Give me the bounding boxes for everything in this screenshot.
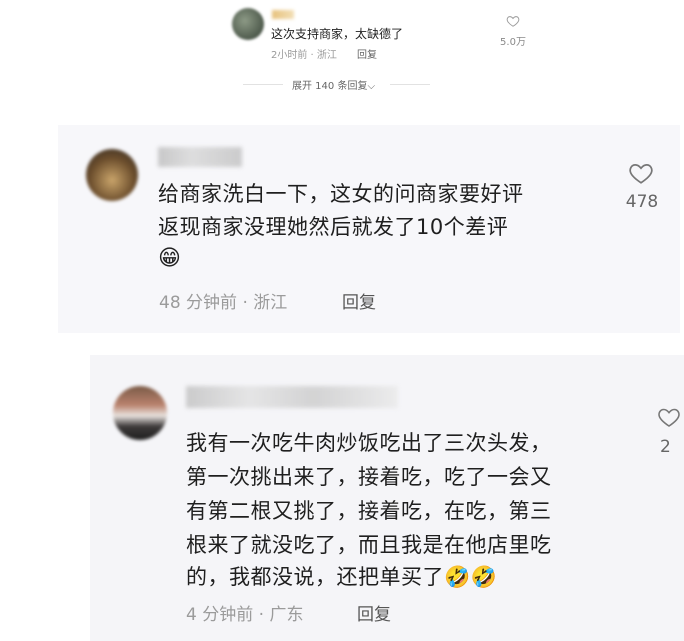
comment-text-line: 第一次挑出来了，接着吃，吃了一会又	[186, 465, 552, 489]
reply-button[interactable]: 回复	[357, 46, 377, 61]
like-count: 2	[660, 437, 671, 457]
heart-outline-icon[interactable]	[628, 161, 654, 185]
comment-text: 这次支持商家，太缺德了	[271, 27, 404, 41]
like-count: 478	[625, 192, 659, 212]
avatar[interactable]	[86, 149, 138, 201]
comment-meta: 2小时前 · 浙江	[271, 50, 337, 61]
chevron-down-icon: ⌵	[367, 81, 376, 92]
avatar[interactable]	[232, 8, 264, 40]
heart-outline-icon[interactable]	[657, 406, 681, 428]
comment-text-fragment: 的，我都没说，还把单买了	[186, 565, 444, 589]
divider	[243, 84, 283, 85]
comment-meta: 48 分钟前 · 浙江	[159, 293, 288, 313]
like-count: 5.0万	[500, 37, 526, 48]
comment-text-line: 给商家洗白一下，这女的问商家要好评	[158, 182, 524, 206]
divider	[390, 84, 430, 85]
comment-time: 2小时前	[271, 50, 308, 61]
comment-meta: 4 分钟前 · 广东	[186, 605, 304, 625]
username-blurred	[272, 10, 294, 19]
comment-text-line: 有第二根又挑了，接着吃，在吃，第三	[186, 499, 552, 523]
username-blurred	[158, 147, 242, 167]
comment-location: 浙江	[253, 293, 288, 313]
comment-text-line: 返现商家没理她然后就发了10个差评	[158, 215, 509, 239]
comment-location: 广东	[269, 605, 304, 625]
comment-text-line: 的，我都没说，还把单买了🤣🤣	[186, 561, 497, 591]
expand-replies-button[interactable]: 展开 140 条回复⌵	[292, 77, 375, 92]
username-blurred	[186, 386, 398, 408]
reply-button[interactable]: 回复	[342, 288, 376, 313]
expand-replies-label: 展开 140 条回复	[292, 81, 368, 92]
comment-location: 浙江	[316, 50, 337, 61]
laughing-emoji: 🤣🤣	[444, 565, 498, 589]
grin-emoji: 😁	[158, 246, 181, 271]
reply-button[interactable]: 回复	[357, 600, 391, 625]
comment-time: 48 分钟前	[159, 293, 238, 313]
heart-outline-icon[interactable]	[506, 14, 520, 28]
avatar[interactable]	[113, 386, 167, 440]
comment-time: 4 分钟前	[186, 605, 254, 625]
comment-text-line: 我有一次吃牛肉炒饭吃出了三次头发，	[186, 431, 552, 455]
comment-text-line: 根来了就没吃了，而且我是在他店里吃	[186, 533, 552, 557]
